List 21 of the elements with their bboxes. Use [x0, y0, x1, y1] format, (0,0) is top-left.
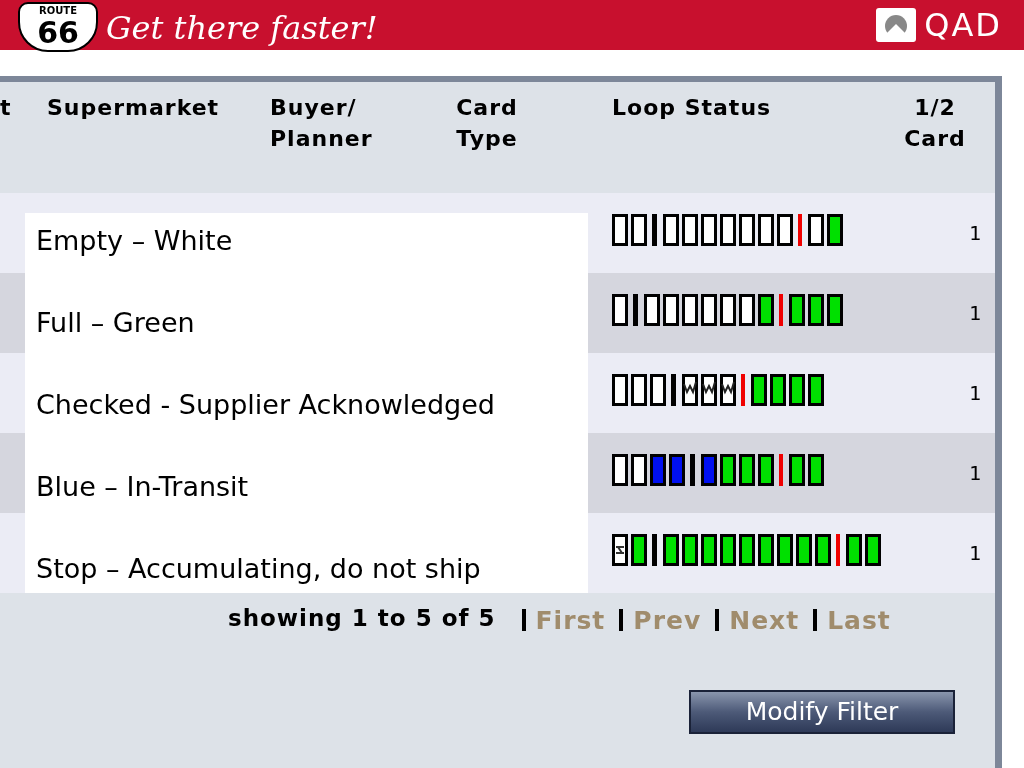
column-header: Buyer/ Planner [270, 94, 374, 153]
legend-text: Empty – White [36, 224, 234, 258]
half-card-cell-text: 1 [967, 220, 982, 247]
legend-text: Full – Green [36, 306, 196, 340]
half-card-cell-text: 1 [967, 380, 982, 407]
column-header: Loop Status [612, 94, 772, 122]
column-header: t [0, 94, 12, 122]
shield-number-text: 66 [37, 17, 79, 49]
half-card-cell-text: 1 [967, 300, 982, 327]
half-card-cell-text: 1 [967, 460, 982, 487]
column-header: 1/2 Card [903, 94, 967, 153]
slogan-text: Get there faster! [106, 8, 378, 49]
brand-name: QAD [924, 5, 1002, 46]
shield-route-text: ROUTE [39, 5, 77, 17]
legend-text: Blue – In-Transit [36, 470, 250, 504]
legend-text: Stop – Accumulating, do not ship [36, 552, 482, 586]
column-header: Supermarket [47, 94, 220, 122]
results-summary: showing 1 to 5 of 5 [228, 603, 496, 633]
legend-text: Checked - Supplier Acknowledged [36, 388, 496, 422]
column-header: Card Type [455, 94, 519, 153]
half-card-cell-text: 1 [967, 540, 982, 567]
